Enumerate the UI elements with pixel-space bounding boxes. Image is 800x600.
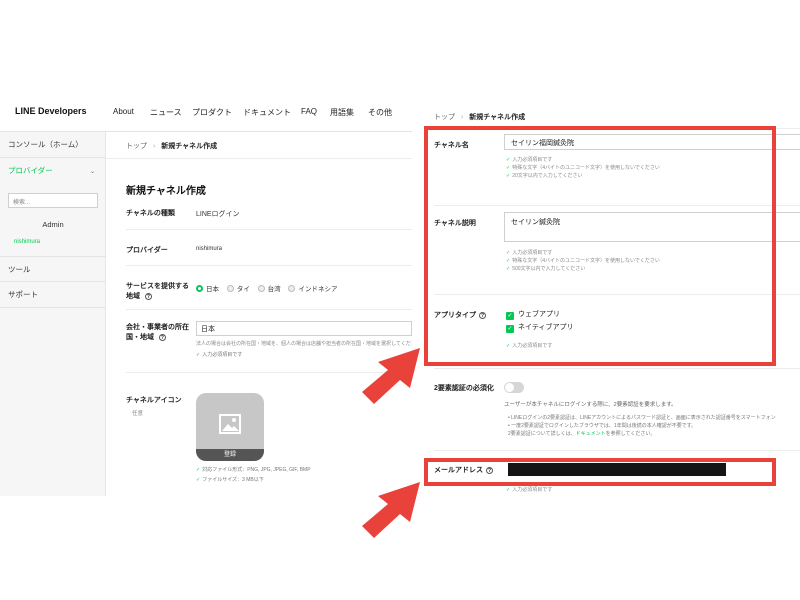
region-label: サービスを提供する地域 ?: [126, 282, 192, 302]
icon-format-note: ✓ 対応ファイル形式：PNG, JPG, JPEG, GIF, BMP: [196, 466, 311, 473]
sidebar-item-console[interactable]: コンソール（ホーム）: [0, 132, 106, 158]
two-factor-note: • 一度2要素認証でログインしたブラウザでは、1年間は後続の本人確認が不要です。: [508, 423, 697, 429]
radio-icon: [226, 285, 234, 292]
top-navbar: LINE Developers About ニュース プロダクト ドキュメント …: [0, 92, 412, 132]
channel-type-label: チャネルの種類: [126, 210, 175, 217]
nav-about[interactable]: About: [113, 107, 134, 116]
nav-faq[interactable]: FAQ: [301, 107, 317, 116]
highlight-box-channel-settings: [424, 126, 776, 366]
two-factor-label: 2要素認証の必須化: [434, 385, 494, 392]
two-factor-note: • LINEログインの2要素認証は、LINEアカウントによるパスワード認証と、画…: [508, 415, 776, 421]
breadcrumb-separator: ›: [152, 143, 156, 150]
check-icon: ✓: [196, 352, 201, 358]
help-icon[interactable]: ?: [158, 334, 166, 341]
two-factor-note-text: 一度2要素認証でログインしたブラウザでは、1年間は後続の本人確認が不要です。: [511, 423, 697, 429]
sidebar: コンソール（ホーム） プロバイダー ⌄ 検索... Admin nishimur…: [0, 132, 106, 496]
arrow-icon: [362, 482, 420, 538]
required-note: ✓ 入力必須項目です: [196, 351, 242, 358]
region-option-indonesia[interactable]: インドネシア: [288, 285, 338, 293]
check-icon: ✓: [196, 477, 201, 483]
provider-label: プロバイダー: [126, 247, 168, 254]
breadcrumb: トップ › 新規チャネル作成: [126, 141, 217, 151]
divider: [434, 368, 800, 369]
divider: [126, 265, 412, 266]
breadcrumb-current: 新規チャネル作成: [161, 143, 218, 150]
left-screenshot: LINE Developers About ニュース プロダクト ドキュメント …: [0, 92, 412, 496]
req-text: 入力必須項目です: [512, 487, 553, 493]
region-radio-group: 日本 タイ 台湾 インドネシア: [196, 283, 337, 293]
help-icon[interactable]: ?: [144, 293, 152, 300]
two-factor-doc-note: 2要素認証について詳しくは、ドキュメントを参照してください。: [508, 430, 655, 437]
channel-icon-label: チャネルアイコン: [126, 397, 182, 404]
register-button[interactable]: 登録: [196, 449, 264, 461]
main-content: トップ › 新規チャネル作成 新規チャネル作成 チャネルの種類 LINEログイン…: [106, 132, 412, 496]
breadcrumb: トップ › 新規チャネル作成: [434, 112, 525, 122]
divider: [434, 450, 800, 451]
company-country-label: 会社・事業者の所在国・地域 ?: [126, 323, 192, 343]
two-factor-description: ユーザーが本チャネルにログインする際に、2要素認証を要求します。: [504, 402, 677, 408]
provider-value: nishimura: [196, 246, 223, 252]
breadcrumb-home[interactable]: トップ: [126, 143, 147, 150]
icon-size-note: ✓ ファイルサイズ：3 MB以下: [196, 476, 264, 483]
region-option-label: インドネシア: [298, 286, 338, 293]
divider: [126, 309, 412, 310]
two-factor-note-text: を参照してください。: [605, 431, 656, 437]
sidebar-item-tools[interactable]: ツール: [0, 256, 106, 282]
radio-icon: [257, 285, 265, 292]
breadcrumb-current: 新規チャネル作成: [469, 114, 526, 121]
divider: [106, 158, 412, 159]
region-label-text: サービスを提供する地域: [126, 283, 189, 300]
chevron-down-icon[interactable]: ⌄: [90, 168, 95, 175]
required-text: 入力必須項目です: [202, 352, 243, 358]
email-requirements: ✓ 入力必須項目です: [506, 486, 552, 494]
region-option-japan[interactable]: 日本: [196, 285, 219, 293]
two-factor-toggle[interactable]: [504, 382, 524, 393]
optional-badge: 任意: [132, 411, 144, 417]
channel-icon-upload[interactable]: 登録: [196, 393, 264, 461]
icon-format-text: 対応ファイル形式：PNG, JPG, JPEG, GIF, BMP: [202, 467, 311, 473]
two-factor-note-text: 2要素認証について詳しくは、: [508, 431, 576, 437]
nav-products[interactable]: プロダクト: [192, 107, 232, 118]
nav-glossary[interactable]: 用語集: [330, 107, 354, 118]
arrow-icon: [362, 348, 420, 404]
brand-logo[interactable]: LINE Developers: [15, 106, 87, 116]
region-option-label: タイ: [236, 286, 250, 293]
region-option-thailand[interactable]: タイ: [226, 285, 250, 293]
page-title: 新規チャネル作成: [126, 186, 206, 197]
image-icon: [219, 414, 241, 434]
nav-news[interactable]: ニュース: [150, 107, 182, 118]
radio-icon: [288, 285, 296, 292]
check-icon: ✓: [506, 487, 511, 493]
region-option-label: 日本: [206, 286, 219, 293]
breadcrumb-home[interactable]: トップ: [434, 114, 455, 121]
check-icon: ✓: [196, 467, 201, 473]
admin-heading: Admin: [42, 220, 64, 229]
nav-more[interactable]: その他: [368, 107, 392, 118]
highlight-box-email: [424, 458, 776, 486]
two-factor-note-text: LINEログインの2要素認証は、LINEアカウントによるパスワード認証と、画面に…: [511, 415, 776, 421]
breadcrumb-separator: ›: [460, 114, 464, 121]
radio-selected-icon: [196, 285, 203, 292]
company-country-label-text: 会社・事業者の所在国・地域: [126, 324, 189, 341]
divider: [126, 229, 412, 230]
documentation-link[interactable]: ドキュメント: [576, 431, 606, 437]
sidebar-item-support[interactable]: サポート: [0, 282, 106, 308]
sidebar-item-label: プロバイダー: [8, 166, 53, 175]
icon-size-text: ファイルサイズ：3 MB以下: [202, 477, 264, 483]
provider-search-input[interactable]: 検索...: [8, 193, 98, 208]
company-country-select[interactable]: 日本: [196, 321, 412, 336]
sidebar-item-user[interactable]: nishimura: [14, 239, 40, 245]
region-option-label: 台湾: [267, 286, 281, 293]
nav-documents[interactable]: ドキュメント: [243, 107, 291, 118]
channel-type-value: LINEログイン: [196, 211, 240, 218]
region-option-taiwan[interactable]: 台湾: [257, 285, 281, 293]
